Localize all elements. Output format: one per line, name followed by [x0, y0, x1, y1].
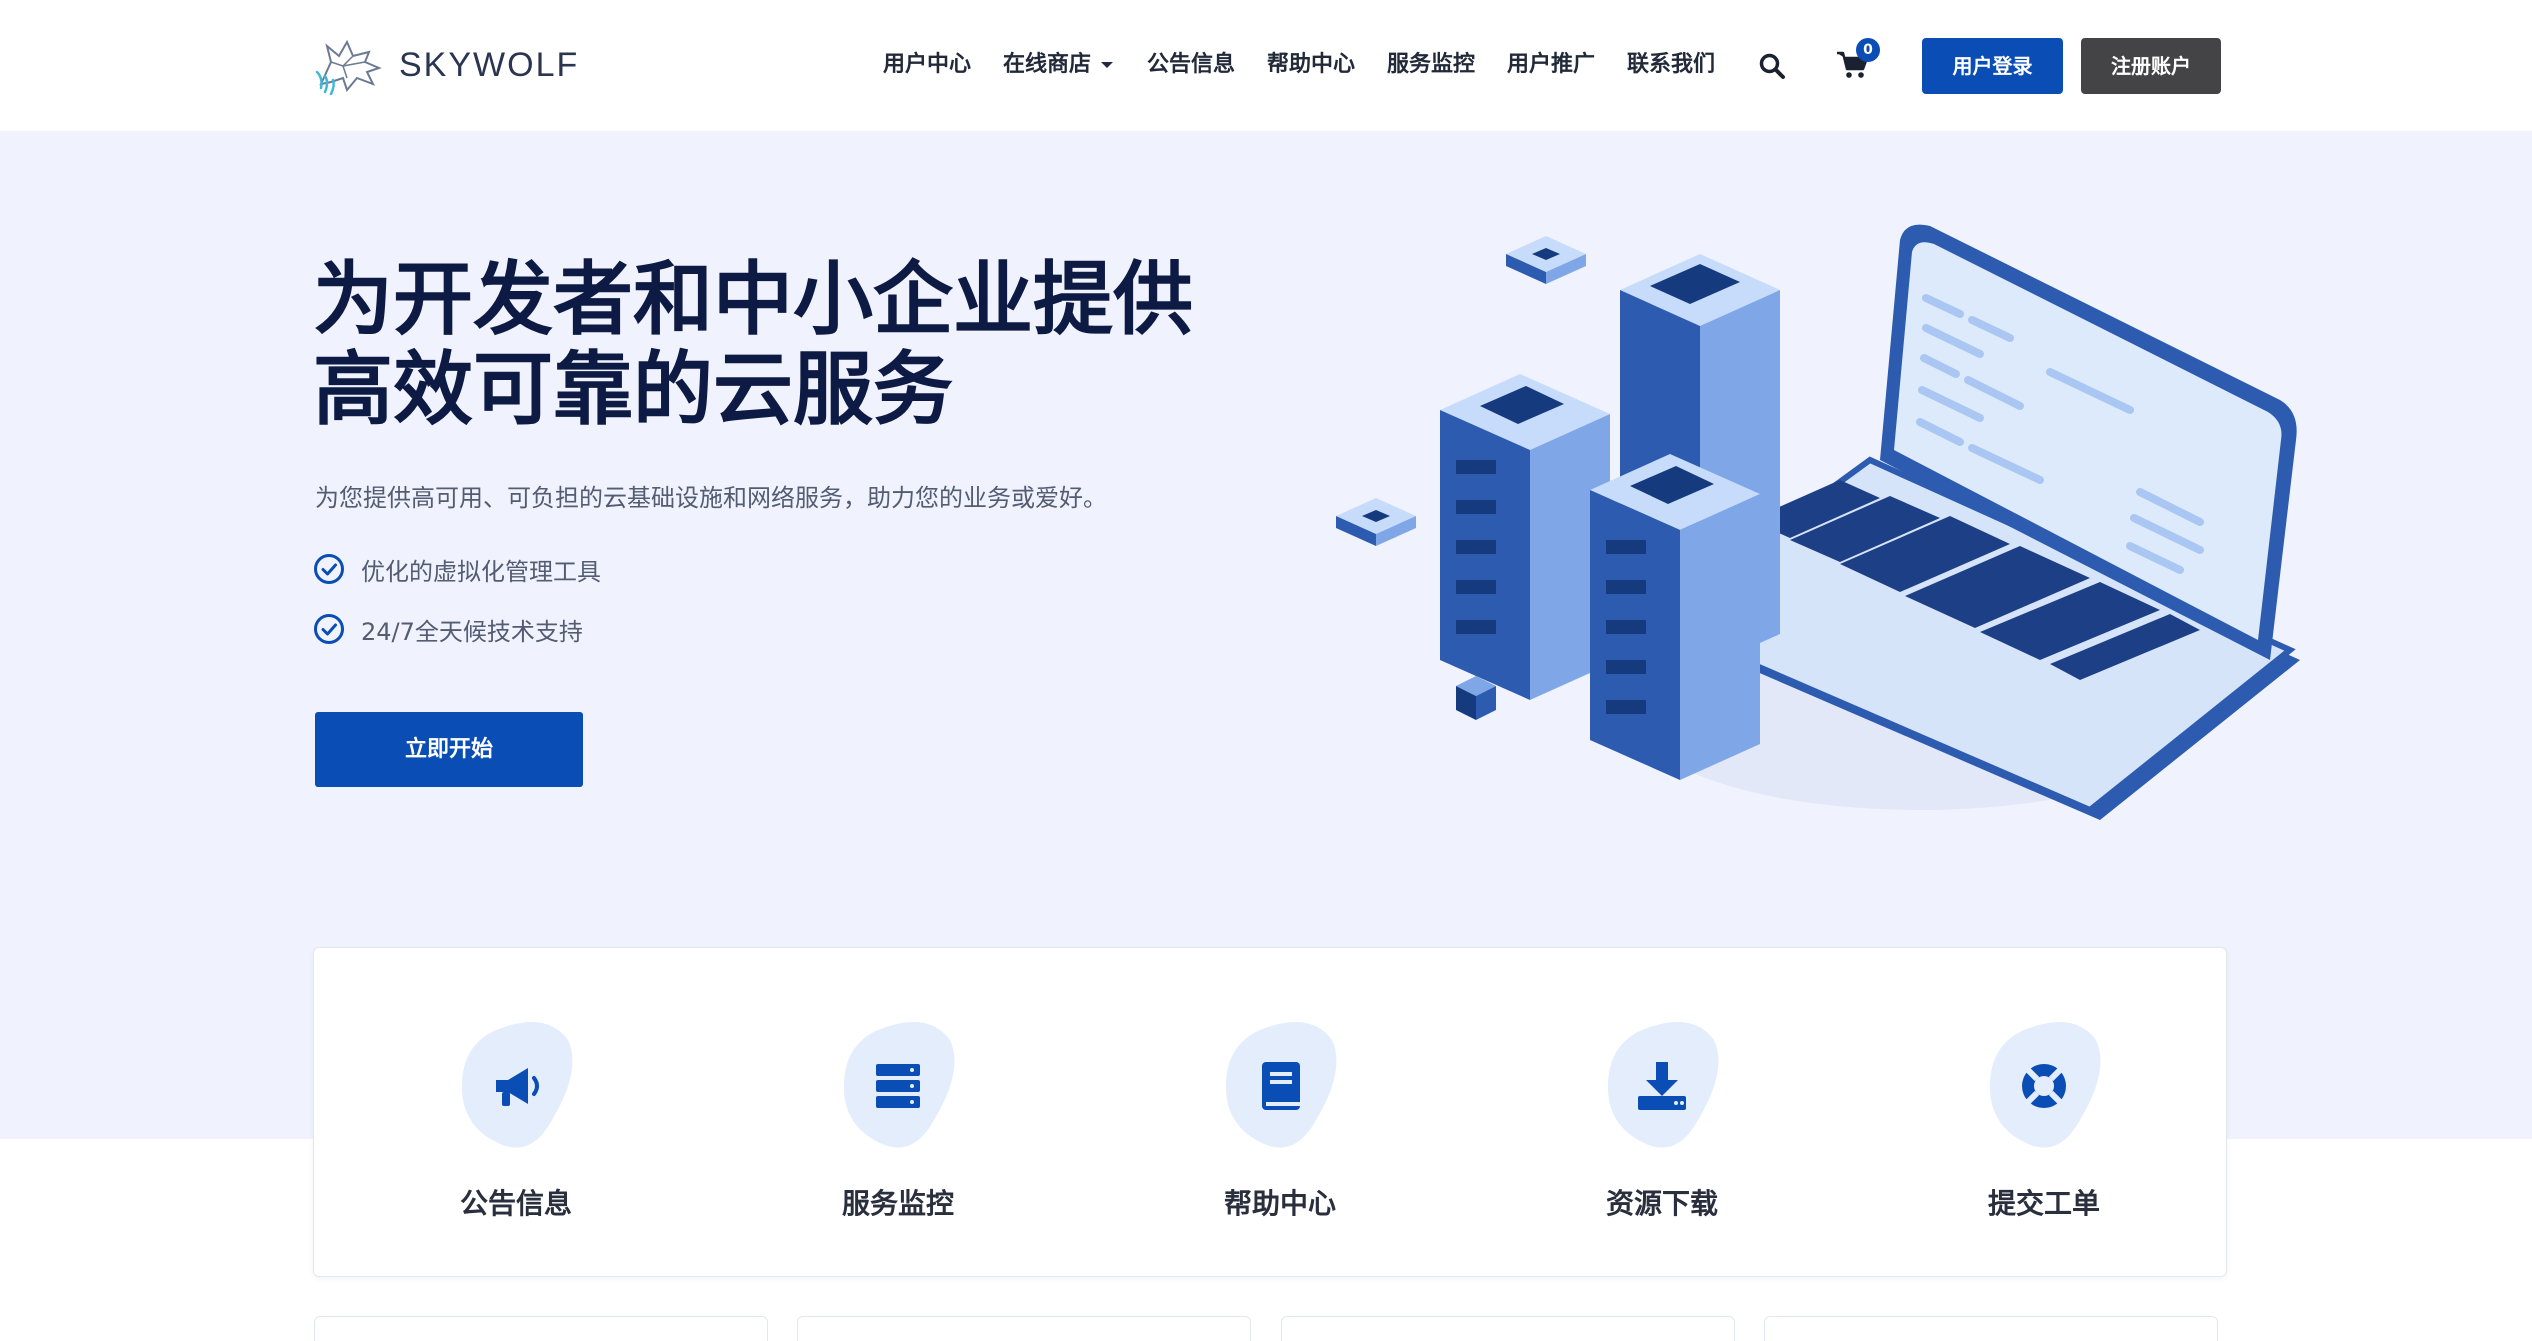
quick-link-label: 帮助中心 — [1223, 1187, 1336, 1220]
quick-link-announcements[interactable]: 公告信息 — [396, 1020, 636, 1250]
feature-item: 优化的虚拟化管理工具 — [313, 552, 601, 586]
book-icon — [1262, 1062, 1300, 1110]
quick-link-downloads[interactable]: 资源下载 — [1542, 1020, 1782, 1250]
feature-label: 24/7全天候技术支持 — [361, 617, 583, 646]
quick-link-help-center[interactable]: 帮助中心 — [1160, 1020, 1400, 1250]
nav-item-store[interactable]: 在线商店 — [1003, 44, 1114, 86]
get-started-button[interactable]: 立即开始 — [315, 712, 583, 787]
lifebuoy-icon — [2022, 1064, 2066, 1108]
site-header: SKYWOLF 用户中心 在线商店 公告信息 帮助中心 服务监控 用户推广 联系… — [0, 0, 2532, 131]
quick-link-label: 提交工单 — [1987, 1187, 2100, 1220]
product-card — [797, 1316, 1251, 1341]
server-icon — [876, 1064, 920, 1108]
cart-count-badge: 0 — [1856, 38, 1880, 62]
nav-item-service-monitor[interactable]: 服务监控 — [1387, 44, 1475, 86]
hero-title-line-1: 为开发者和中小企业提供 — [313, 253, 1193, 346]
brand-name: SKYWOLF — [399, 45, 580, 84]
nav-item-user-center[interactable]: 用户中心 — [883, 44, 971, 86]
check-circle-icon — [314, 554, 344, 584]
quick-link-submit-ticket[interactable]: 提交工单 — [1924, 1020, 2164, 1250]
quick-links-card: 公告信息 服务监控 帮助中心 资源下载 提交工单 — [313, 947, 2227, 1277]
quick-link-label: 服务监控 — [841, 1187, 954, 1220]
quick-link-service-monitor[interactable]: 服务监控 — [778, 1020, 1018, 1250]
register-button[interactable]: 注册账户 — [2081, 38, 2221, 94]
check-circle-icon — [314, 614, 344, 644]
quick-link-label: 公告信息 — [459, 1187, 572, 1220]
login-button[interactable]: 用户登录 — [1922, 38, 2063, 94]
hero-subtitle: 为您提供高可用、可负担的云基础设施和网络服务，助力您的业务或爱好。 — [315, 484, 1107, 512]
product-card — [1764, 1316, 2218, 1341]
nav-item-store-label: 在线商店 — [1003, 52, 1092, 77]
brand-logo[interactable]: SKYWOLF — [313, 30, 579, 100]
cloud-servers-illustration — [1336, 224, 2300, 820]
quick-link-label: 资源下载 — [1605, 1187, 1718, 1220]
feature-label: 优化的虚拟化管理工具 — [361, 557, 601, 586]
feature-item: 24/7全天候技术支持 — [313, 612, 583, 646]
hero-title-line-2: 高效可靠的云服务 — [313, 343, 953, 436]
product-card — [1281, 1316, 1735, 1341]
wolf-logo-icon — [315, 39, 382, 96]
nav-item-announcements[interactable]: 公告信息 — [1147, 44, 1235, 86]
search-icon[interactable] — [1758, 52, 1786, 80]
megaphone-icon — [496, 1068, 539, 1106]
hero-title: 为开发者和中小企业提供 高效可靠的云服务 — [313, 255, 1293, 435]
nav-item-help-center[interactable]: 帮助中心 — [1267, 44, 1355, 86]
product-card — [314, 1316, 768, 1341]
nav-item-contact[interactable]: 联系我们 — [1627, 44, 1715, 86]
chevron-down-icon — [1101, 62, 1114, 68]
download-icon — [1638, 1062, 1686, 1110]
nav-item-affiliate[interactable]: 用户推广 — [1507, 44, 1595, 86]
